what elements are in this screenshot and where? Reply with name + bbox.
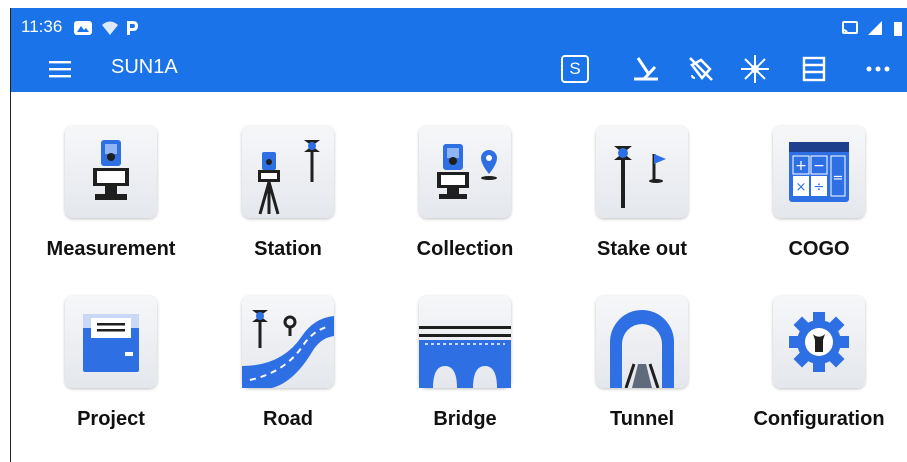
tile-bridge[interactable]: Bridge xyxy=(377,262,553,432)
tile-station[interactable]: Station xyxy=(200,92,376,262)
cast-icon xyxy=(842,21,858,35)
more-button[interactable] xyxy=(861,52,895,86)
app-window: 11:36 SUN1A S Measurement Station Collec… xyxy=(0,0,907,462)
tile-label: Configuration xyxy=(753,408,885,430)
battery-icon xyxy=(894,22,902,36)
list-icon xyxy=(802,56,826,82)
tile-cogo[interactable]: + − × ÷ = COGO xyxy=(731,92,907,262)
tile-label: Station xyxy=(254,238,322,260)
tile-label: Bridge xyxy=(433,408,497,430)
hamburger-icon xyxy=(49,61,71,78)
tunnel-icon xyxy=(596,296,688,389)
tile-road[interactable]: Road xyxy=(200,262,376,432)
svg-text:+: + xyxy=(795,158,807,174)
tile-label: COGO xyxy=(788,238,850,260)
project-icon xyxy=(65,296,157,388)
station-icon xyxy=(242,126,334,218)
signal-icon xyxy=(868,21,882,35)
tile-label: Project xyxy=(77,408,145,430)
s-button[interactable]: S xyxy=(558,52,592,86)
tile-label: Stake out xyxy=(596,238,688,260)
collection-icon xyxy=(419,126,511,218)
menu-button[interactable] xyxy=(43,52,77,86)
no-satellite-icon xyxy=(689,57,713,81)
tile-project[interactable]: Project xyxy=(23,262,199,432)
no-satellite-button[interactable] xyxy=(684,52,718,86)
tile-label: Tunnel xyxy=(609,408,675,430)
s-box: S xyxy=(561,55,589,83)
laser-star-icon xyxy=(741,55,769,83)
tile-tunnel[interactable]: Tunnel xyxy=(554,262,730,432)
measurement-icon xyxy=(65,126,157,218)
tile-measurement[interactable]: Measurement xyxy=(23,92,199,262)
tile-stake-out[interactable]: Stake out xyxy=(554,92,730,262)
tile-collection[interactable]: Collection xyxy=(377,92,553,262)
tile-configuration[interactable]: Configuration xyxy=(731,262,907,432)
tile-label: Collection xyxy=(416,238,514,260)
list-button[interactable] xyxy=(797,52,831,86)
more-icon xyxy=(866,66,890,72)
parking-icon xyxy=(127,21,138,35)
status-bar: 11:36 xyxy=(11,8,907,46)
status-time: 11:36 xyxy=(21,17,63,36)
svg-text:−: − xyxy=(813,158,825,174)
toolbar: SUN1A S xyxy=(11,46,907,92)
photos-icon xyxy=(74,21,92,35)
bridge-icon xyxy=(419,296,511,388)
configuration-icon xyxy=(773,296,865,388)
survey-tool-icon xyxy=(634,57,658,81)
module-grid: Measurement Station Collection Stake out… xyxy=(11,92,907,462)
wifi-icon xyxy=(102,21,118,35)
stake-out-icon xyxy=(596,126,688,218)
svg-text:÷: ÷ xyxy=(814,180,825,195)
tile-label: Road xyxy=(263,408,313,430)
cogo-icon: + − × ÷ = xyxy=(773,126,865,218)
road-icon xyxy=(242,296,334,388)
page-title: SUN1A xyxy=(111,56,178,78)
laser-button[interactable] xyxy=(738,52,772,86)
svg-text:×: × xyxy=(796,180,807,195)
survey-tool-button[interactable] xyxy=(629,52,663,86)
tile-label: Measurement xyxy=(46,238,176,260)
svg-text:=: = xyxy=(833,171,844,186)
